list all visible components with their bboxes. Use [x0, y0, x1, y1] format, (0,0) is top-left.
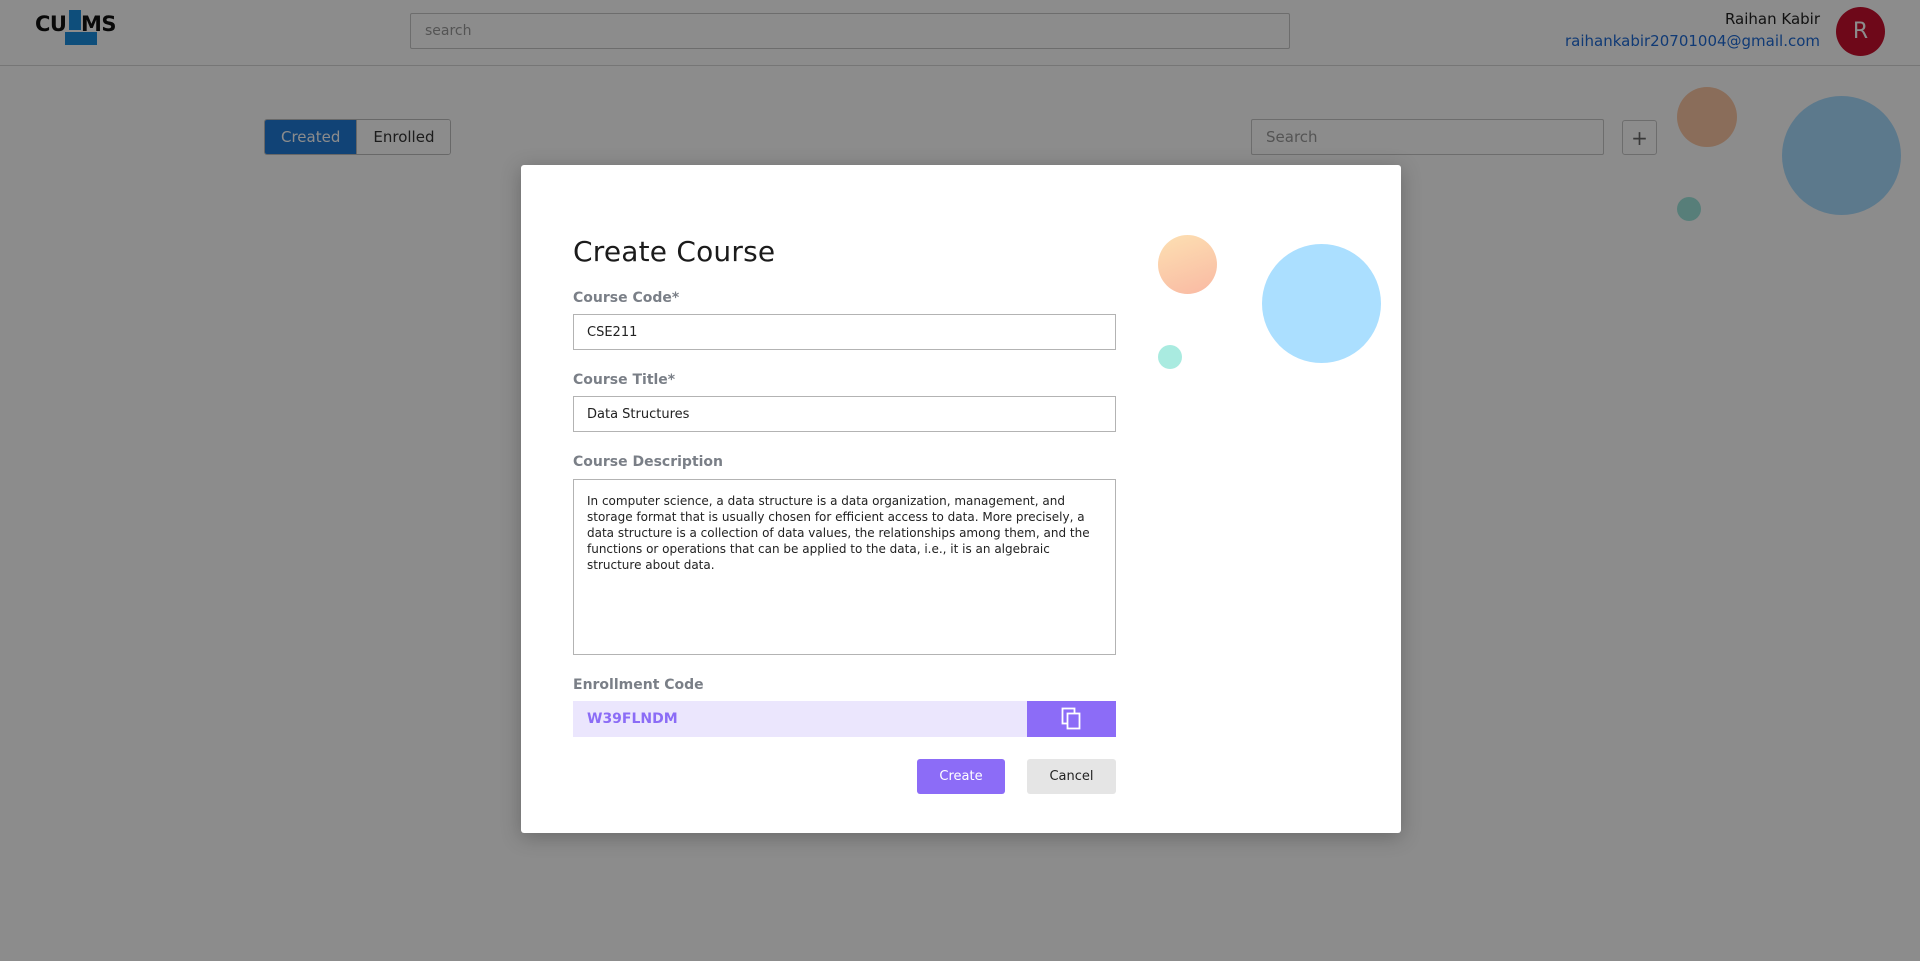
create-course-dialog: Create Course Course Code* Course Title*… — [521, 165, 1401, 833]
enrollment-code-value: W39FLNDM — [587, 711, 678, 727]
course-description-label: Course Description — [573, 454, 724, 470]
course-title-input[interactable] — [573, 396, 1116, 432]
enrollment-code-label: Enrollment Code — [573, 677, 704, 693]
dialog-title: Create Course — [573, 235, 776, 268]
enrollment-code-field: W39FLNDM — [573, 701, 1027, 737]
course-code-input[interactable] — [573, 314, 1116, 350]
dialog-bubble-orange — [1158, 235, 1217, 294]
copy-code-button[interactable] — [1027, 701, 1116, 737]
course-code-label: Course Code* — [573, 290, 680, 306]
dialog-bubble-teal — [1158, 345, 1182, 369]
cancel-button[interactable]: Cancel — [1027, 759, 1116, 794]
dialog-bubble-blue — [1262, 244, 1381, 363]
create-button[interactable]: Create — [917, 759, 1005, 794]
course-title-label: Course Title* — [573, 372, 676, 388]
course-description-textarea[interactable]: In computer science, a data structure is… — [573, 479, 1116, 655]
copy-icon — [1061, 707, 1080, 730]
